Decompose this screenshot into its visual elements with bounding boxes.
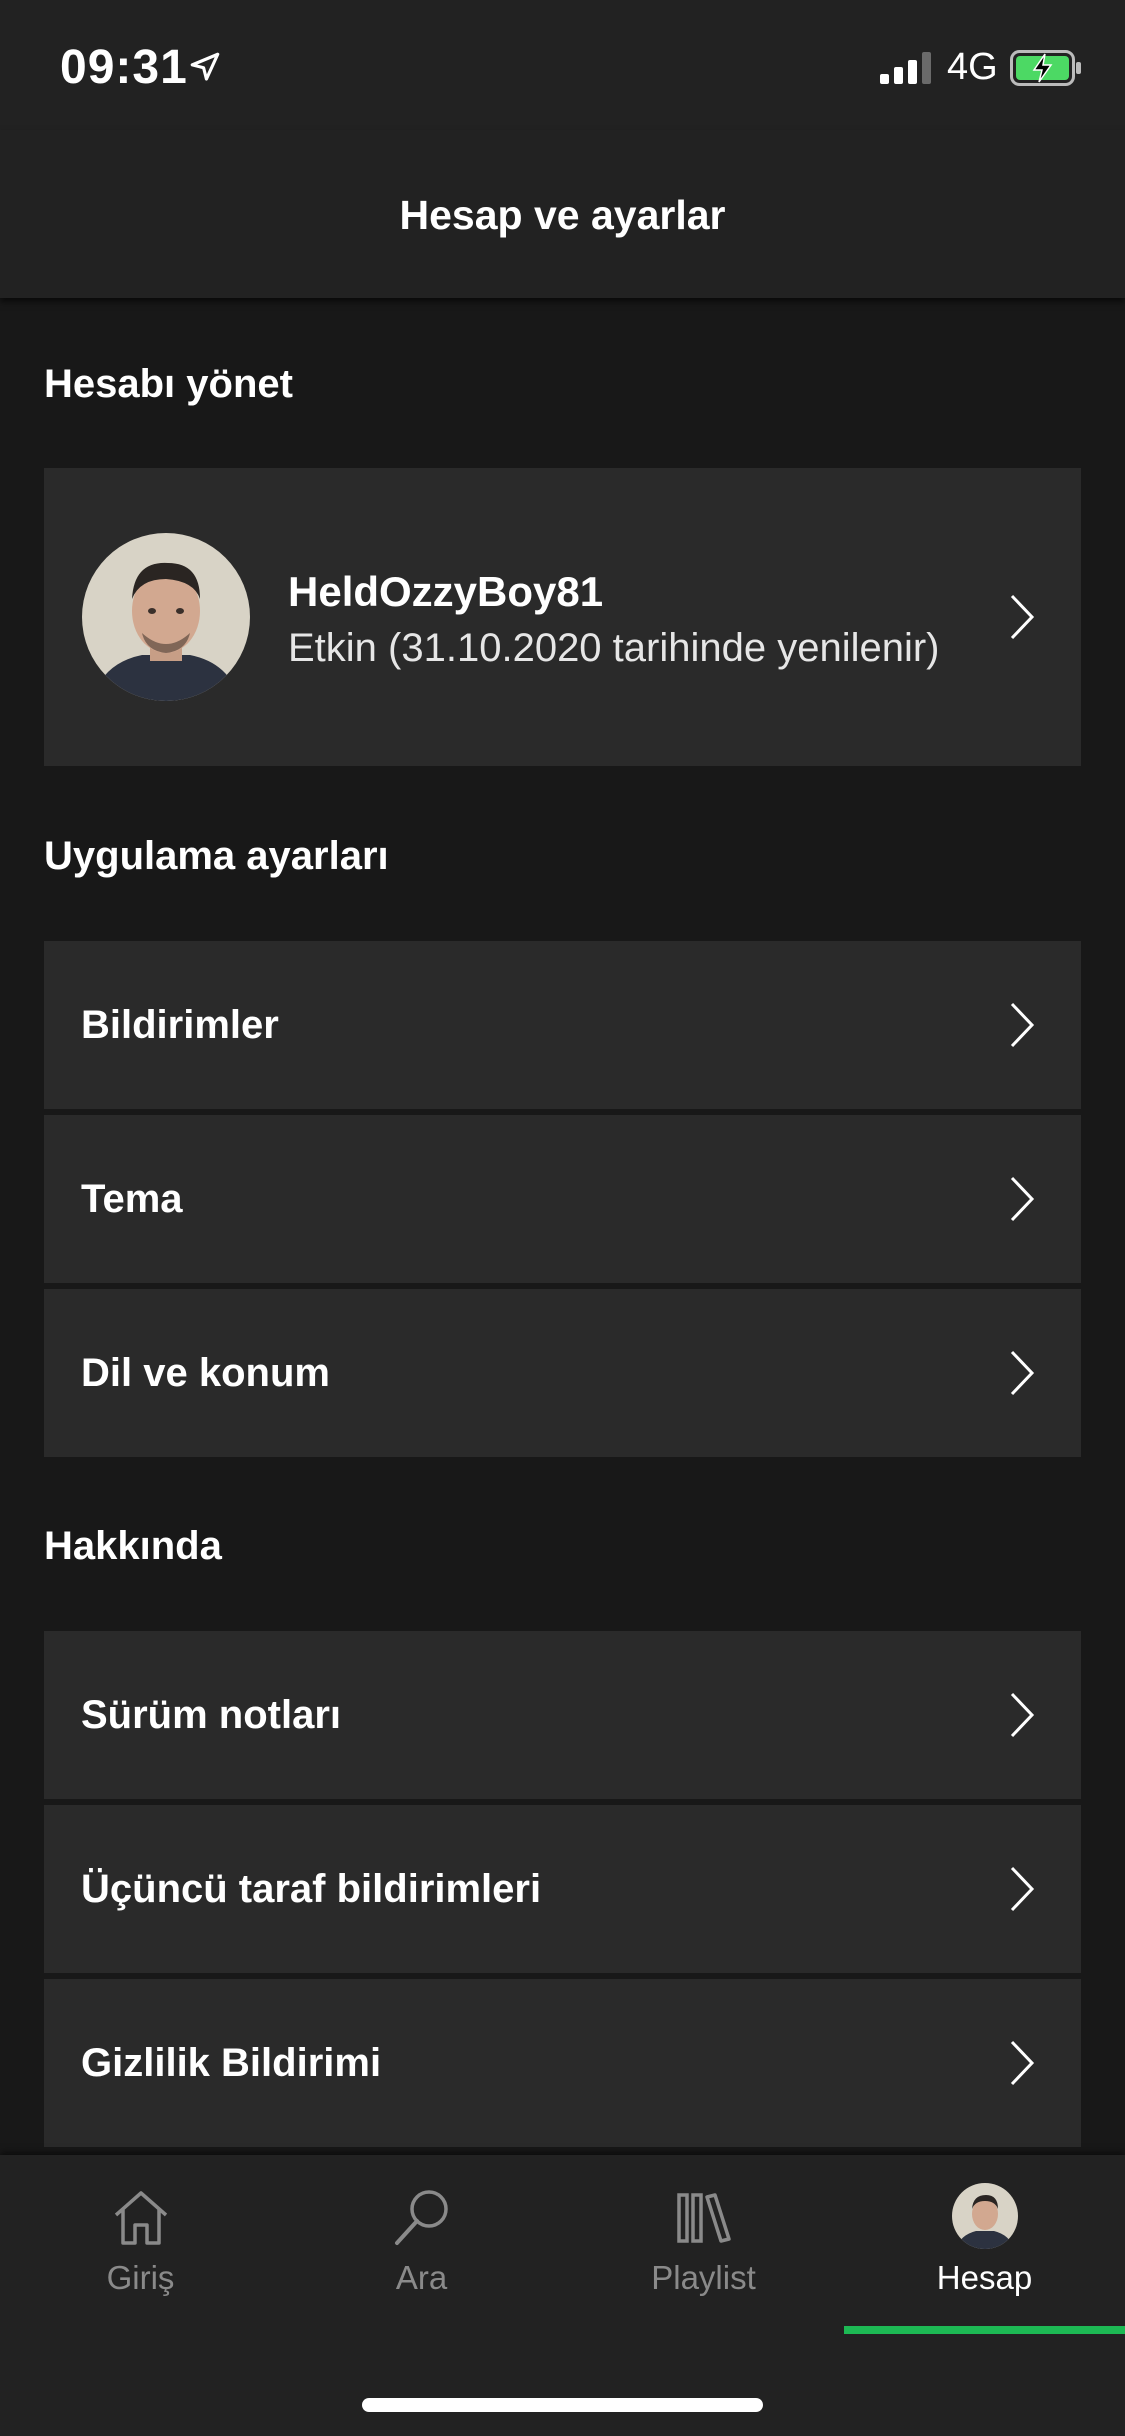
page-title: Hesap ve ayarlar (399, 192, 726, 238)
avatar-icon (951, 2183, 1018, 2249)
settings-item-notifications[interactable]: Bildirimler (44, 941, 1081, 1109)
about-item-release-notes[interactable]: Sürüm notları (44, 1631, 1081, 1799)
top-header: Hesap ve ayarlar (0, 130, 1125, 298)
status-time: 09:31 (60, 41, 188, 94)
settings-item-label: Tema (81, 1176, 183, 1221)
home-icon (114, 2191, 167, 2245)
chevron-right-icon (1010, 1002, 1035, 1048)
chevron-right-icon (1010, 594, 1035, 640)
chevron-right-icon (1010, 1866, 1035, 1912)
section-title-app-settings: Uygulama ayarları (44, 834, 389, 878)
settings-item-label: Dil ve konum (81, 1350, 330, 1395)
network-label: 4G (947, 46, 998, 88)
chevron-right-icon (1010, 1692, 1035, 1738)
about-item-label: Sürüm notları (81, 1692, 342, 1737)
chevron-right-icon (1010, 1176, 1035, 1222)
settings-item-theme[interactable]: Tema (44, 1115, 1081, 1283)
tab-label: Ara (395, 2259, 448, 2296)
battery-charging-icon (1010, 50, 1081, 86)
library-icon (676, 2193, 731, 2243)
tab-label: Playlist (651, 2259, 756, 2296)
chevron-right-icon (1010, 1350, 1035, 1396)
about-item-privacy[interactable]: Gizlilik Bildirimi (44, 1979, 1081, 2147)
about-item-label: Üçüncü taraf bildirimleri (81, 1866, 542, 1911)
about-item-third-party[interactable]: Üçüncü taraf bildirimleri (44, 1805, 1081, 1973)
section-title-about: Hakkında (44, 1524, 222, 1568)
profile-row[interactable]: HeldOzzyBoy81 Etkin (31.10.2020 tarihind… (44, 468, 1081, 766)
active-tab-indicator (844, 2326, 1125, 2334)
signal-bars-icon (880, 52, 931, 84)
about-item-label: Gizlilik Bildirimi (81, 2040, 382, 2085)
status-bar: 09:31 4G (0, 0, 1125, 130)
tab-account[interactable]: Hesap (844, 2155, 1125, 2335)
tab-home[interactable]: Giriş (0, 2155, 281, 2335)
section-title-manage: Hesabı yönet (44, 362, 293, 406)
location-arrow-icon (190, 52, 220, 81)
settings-item-label: Bildirimler (81, 1002, 279, 1047)
chevron-right-icon (1010, 2040, 1035, 2086)
profile-username: HeldOzzyBoy81 (288, 568, 604, 615)
avatar (82, 533, 250, 701)
search-icon (394, 2190, 448, 2245)
tab-library[interactable]: Playlist (563, 2155, 844, 2335)
tab-search[interactable]: Ara (281, 2155, 562, 2335)
bottom-tab-bar: Giriş Ara Playlist Hesap (0, 2155, 1125, 2436)
subscription-status: Etkin (31.10.2020 tarihinde yenilenir) (288, 626, 940, 670)
tab-label: Hesap (936, 2259, 1033, 2296)
home-indicator[interactable] (362, 2398, 763, 2412)
settings-item-language[interactable]: Dil ve konum (44, 1289, 1081, 1457)
tab-label: Giriş (106, 2259, 175, 2296)
